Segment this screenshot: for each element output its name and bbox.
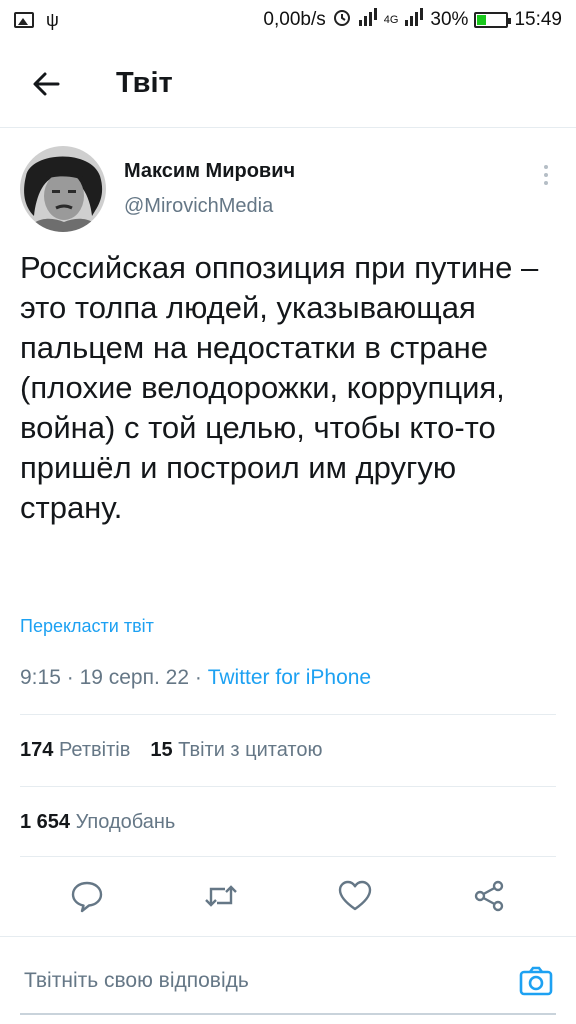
retweet-stats: 174 Ретвітів 15 Твіти з цитатою — [20, 739, 322, 762]
tweet-text: Российская оппозиция при путине – это то… — [20, 250, 539, 525]
reply-bar — [0, 936, 576, 1024]
tweet-meta: 9:15 · 19 серп. 22 · Twitter for iPhone — [20, 666, 371, 690]
meta-separator: · — [66, 666, 74, 689]
top-app-bar: Твіт — [0, 40, 576, 128]
network-type: 4G — [383, 14, 399, 26]
tweet-actions — [20, 868, 556, 924]
arrow-left-icon — [33, 72, 60, 95]
signal-icon-2 — [404, 8, 424, 32]
tweet-author: Максим Мирович @MirovichMedia — [20, 146, 560, 236]
divider — [20, 714, 556, 715]
likes-stat[interactable]: 1 654 Уподобань — [20, 811, 175, 834]
meta-separator: · — [194, 666, 202, 689]
translate-tweet-link[interactable]: Перекласти твіт — [20, 616, 154, 637]
retweet-icon — [205, 885, 237, 907]
quotes-stat[interactable]: 15 Твіти з цитатою — [150, 739, 322, 762]
retweets-stat[interactable]: 174 Ретвітів — [20, 739, 130, 762]
like-button[interactable] — [327, 868, 383, 924]
retweet-button[interactable] — [193, 868, 249, 924]
divider — [20, 786, 556, 787]
share-button[interactable] — [461, 868, 517, 924]
gallery-notification-icon — [14, 12, 34, 28]
back-button[interactable] — [16, 54, 76, 114]
reply-button[interactable] — [59, 868, 115, 924]
more-vertical-icon — [544, 165, 548, 169]
alarm-icon — [332, 7, 352, 33]
reply-underline — [20, 1013, 556, 1015]
likes-stats: 1 654 Уподобань — [20, 811, 175, 834]
avatar[interactable] — [20, 146, 106, 232]
share-icon — [474, 880, 504, 912]
heart-icon — [338, 880, 372, 911]
author-name[interactable]: Максим Мирович — [124, 160, 295, 183]
tweet-source-link[interactable]: Twitter for iPhone — [208, 666, 371, 689]
comment-icon — [71, 881, 103, 913]
signal-icon — [358, 8, 378, 32]
clock: 15:49 — [514, 9, 562, 30]
author-handle[interactable]: @MirovichMedia — [124, 195, 295, 218]
more-options-button[interactable] — [536, 160, 556, 190]
battery-icon — [474, 12, 512, 28]
reply-input[interactable] — [24, 968, 516, 993]
usb-icon: ψ — [46, 9, 59, 30]
camera-button[interactable] — [516, 961, 556, 1001]
divider — [20, 856, 556, 857]
tweet-date: 19 серп. 22 — [79, 666, 190, 689]
page-title: Твіт — [116, 67, 173, 99]
battery-percent: 30% — [430, 9, 469, 30]
tweet-time: 9:15 — [20, 666, 61, 689]
camera-icon — [519, 966, 553, 995]
network-speed: 0,00b/s — [263, 9, 326, 30]
status-bar: ψ 0,00b/s 4G 30% 15:49 — [0, 0, 576, 40]
